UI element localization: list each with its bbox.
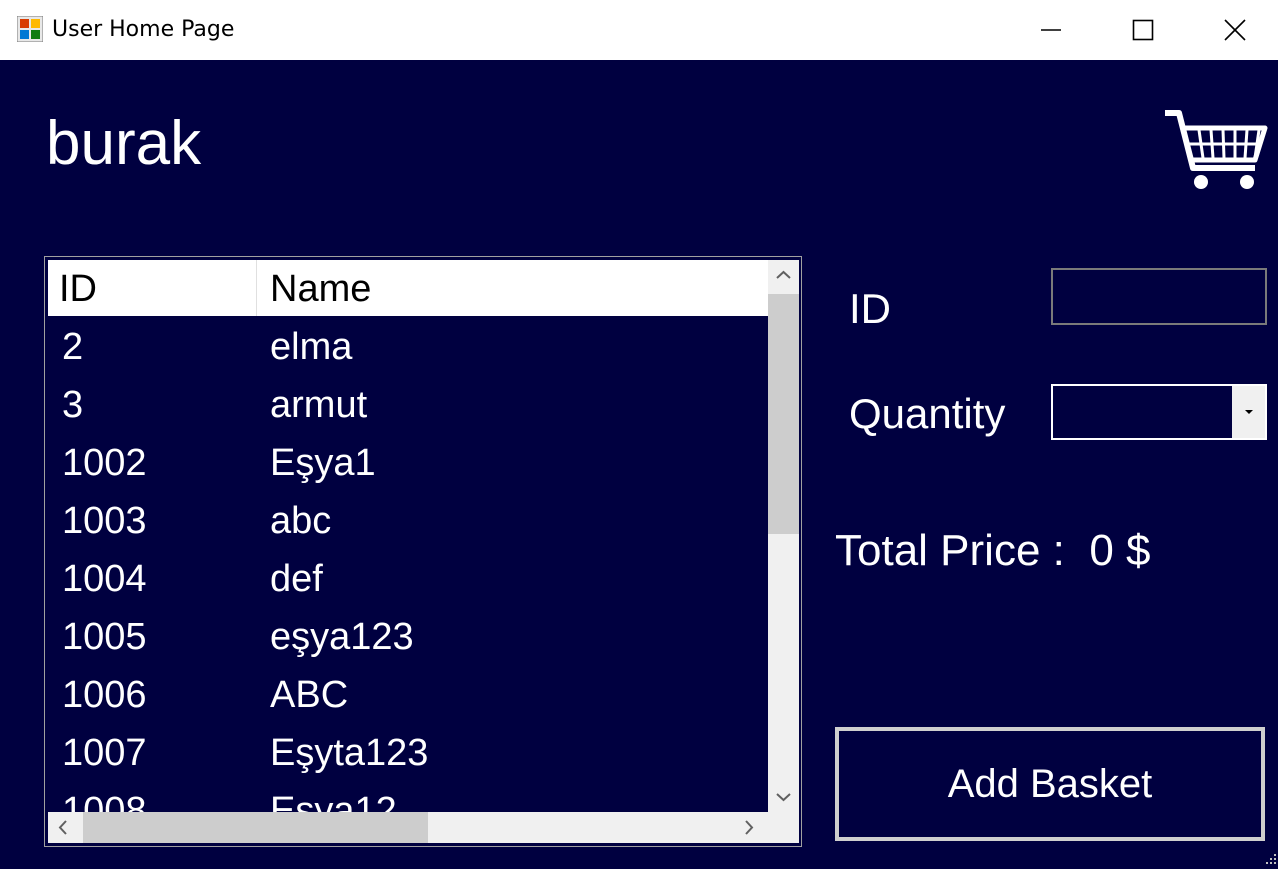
scrollbar-corner [768,812,799,843]
cell-name: eşya123 [270,616,414,658]
table-row[interactable]: 1007 Eşyta123 [48,724,768,782]
cell-name: armut [270,384,368,426]
cell-id: 1003 [62,500,147,542]
add-basket-button[interactable]: Add Basket [835,727,1265,841]
quantity-select[interactable] [1051,384,1267,440]
table-row[interactable]: 1005 eşya123 [48,608,768,666]
horizontal-scroll-thumb[interactable] [83,812,428,843]
close-button[interactable] [1189,0,1278,60]
cell-id: 3 [62,384,84,426]
cell-name: abc [270,500,332,542]
column-header-id[interactable]: ID [59,260,97,316]
vertical-scroll-thumb[interactable] [768,294,799,534]
maximize-icon [1132,19,1154,41]
cell-id: 1002 [62,442,147,484]
total-price-label: Total Price : [835,526,1065,575]
table-row[interactable]: 3 armut [48,376,768,434]
cell-name: ABC [270,674,349,716]
title-bar: User Home Page [0,0,1278,60]
horizontal-scrollbar[interactable] [48,812,768,843]
total-price: Total Price : 0 $ [835,526,1151,576]
cell-name: Eşyta123 [270,732,429,774]
scroll-right-icon[interactable] [733,812,764,843]
cell-name: elma [270,326,353,368]
scroll-down-icon[interactable] [768,781,799,812]
quantity-label: Quantity [849,390,1006,437]
shopping-cart-icon[interactable] [1163,108,1269,194]
items-data-grid[interactable]: ID Name 2 elma 3 armut 1002 Eşya1 1003 a… [44,256,802,847]
cell-name: Eşya12 [270,790,397,812]
minimize-button[interactable] [1005,0,1097,60]
cell-id: 1007 [62,732,147,774]
id-input[interactable] [1051,268,1267,325]
minimize-icon [1041,29,1061,31]
cell-id: 1004 [62,558,147,600]
scroll-left-icon[interactable] [48,812,79,843]
chevron-down-icon [1245,410,1253,414]
table-row[interactable]: 1003 abc [48,492,768,550]
app-icon [17,16,43,42]
cell-id: 2 [62,326,84,368]
window-title: User Home Page [52,17,235,42]
cell-id: 1008 [62,790,147,812]
total-price-value: 0 $ [1089,526,1151,575]
scroll-up-icon[interactable] [768,260,799,291]
table-row[interactable]: 1006 ABC [48,666,768,724]
table-row[interactable]: 2 elma [48,318,768,376]
resize-grip-icon[interactable] [1262,852,1278,869]
quantity-dropdown-button[interactable] [1232,386,1265,438]
column-header-name[interactable]: Name [270,260,371,316]
table-row[interactable]: 1002 Eşya1 [48,434,768,492]
cell-name: Eşya1 [270,442,376,484]
table-row[interactable]: 1008 Eşya12 [48,782,768,812]
grid-header: ID Name [48,260,768,316]
close-icon [1224,19,1246,41]
table-row[interactable]: 1004 def [48,550,768,608]
grid-viewport: ID Name 2 elma 3 armut 1002 Eşya1 1003 a… [48,260,768,812]
cell-name: def [270,558,323,600]
vertical-scrollbar[interactable] [768,260,799,812]
id-label: ID [849,285,891,332]
maximize-button[interactable] [1097,0,1189,60]
column-divider[interactable] [256,260,257,316]
cell-id: 1006 [62,674,147,716]
cell-id: 1005 [62,616,147,658]
username-label: burak [46,109,202,178]
